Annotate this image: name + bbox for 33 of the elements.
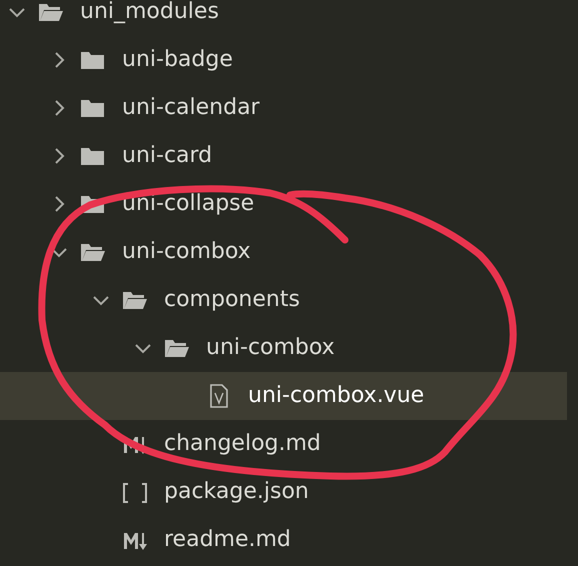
open-folder-icon <box>80 241 106 263</box>
tree-item[interactable]: uni-badge <box>0 36 567 84</box>
tree-item[interactable]: uni-calendar <box>0 84 567 132</box>
item-label: uni-calendar <box>122 94 260 122</box>
item-label: changelog.md <box>164 430 321 458</box>
item-label: uni-badge <box>122 46 233 74</box>
tree-item[interactable]: uni-combox <box>0 324 567 372</box>
item-label: uni_modules <box>80 0 219 26</box>
tree-item[interactable]: uni-card <box>0 132 567 180</box>
item-label: uni-collapse <box>122 190 254 218</box>
item-label: uni-combox <box>206 334 335 362</box>
item-label: uni-combox <box>122 238 251 266</box>
folder-icon <box>80 97 106 119</box>
brackets-icon <box>122 481 148 503</box>
item-label: package.json <box>164 478 309 506</box>
tree-item[interactable]: package.json <box>0 468 567 516</box>
open-folder-icon <box>122 289 148 311</box>
item-label: uni-combox.vue <box>248 382 424 410</box>
tree-item[interactable]: uni-collapse <box>0 180 567 228</box>
folder-icon <box>80 49 106 71</box>
tree-item[interactable]: changelog.md <box>0 420 567 468</box>
folder-icon <box>80 145 106 167</box>
open-folder-icon <box>164 337 190 359</box>
item-label: components <box>164 286 300 314</box>
tree-item[interactable]: uni-combox.vue <box>0 372 567 420</box>
tree-item[interactable]: components <box>0 276 567 324</box>
item-label: readme.md <box>164 526 291 554</box>
tree-item[interactable]: uni-combox <box>0 228 567 276</box>
folder-icon <box>80 193 106 215</box>
item-label: uni-card <box>122 142 212 170</box>
open-folder-icon <box>38 1 64 23</box>
tree-item[interactable]: readme.md <box>0 516 567 564</box>
tree-item[interactable]: uni_modules <box>0 0 567 36</box>
